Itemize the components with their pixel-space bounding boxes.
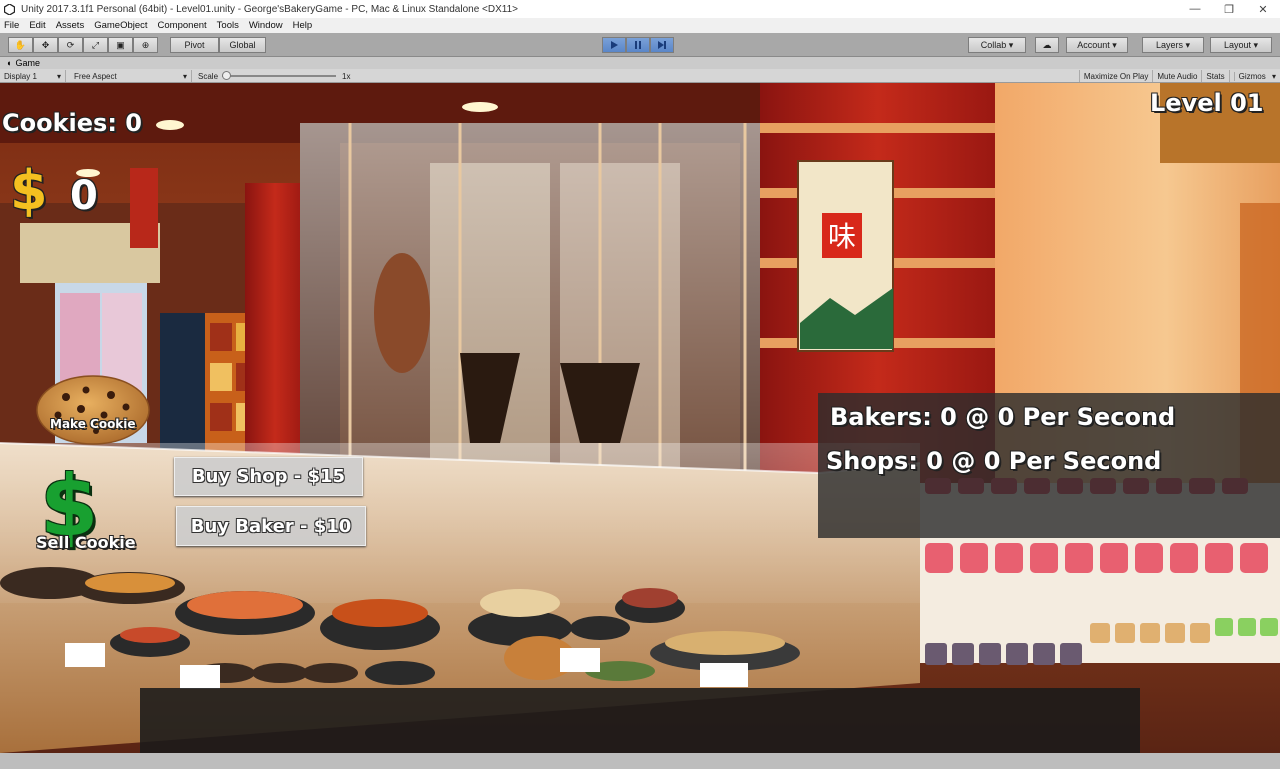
scale-value: 1x [342,71,351,81]
aspect-label: Free Aspect [74,71,117,81]
money-counter: 0 [70,173,98,219]
move-tool-icon[interactable]: ✥ [33,37,58,53]
game-view-toolbar: Display 1 ▾ Free Aspect ▾ Scale 1x Maximiz… [0,69,1280,83]
rotate-tool-icon[interactable]: ⟳ [58,37,83,53]
global-toggle[interactable]: Global [219,37,266,53]
make-cookie-button[interactable]: Make Cookie [36,375,150,445]
step-icon [658,41,666,49]
buy-baker-button[interactable]: Buy Baker - $10 [176,506,366,546]
minimize-icon[interactable]: — [1178,0,1212,18]
dollar-sign-icon: $ [10,159,48,222]
mute-audio-toggle[interactable]: Mute Audio [1152,70,1201,82]
collab-label: Collab ▾ [980,39,1014,50]
collab-dropdown[interactable]: Collab ▾ [968,37,1026,53]
game-tab[interactable]: ◖ Game [0,57,1280,69]
window-title: Unity 2017.3.1f1 Personal (64bit) - Leve… [21,3,518,15]
buy-baker-label: Buy Baker - $10 [190,515,352,537]
display-label: Display 1 [4,71,37,81]
sell-cookie-label: Sell Cookie [36,533,136,552]
transform-tool-icon[interactable]: ⊕ [133,37,158,53]
maximize-on-play-toggle[interactable]: Maximize On Play [1078,70,1152,82]
bakers-stat: Bakers: 0 @ 0 Per Second [830,403,1176,431]
aspect-dropdown[interactable]: Free Aspect ▾ [70,70,192,82]
layers-dropdown[interactable]: Layers ▾ [1142,37,1204,53]
menu-help[interactable]: Help [293,20,313,31]
game-tab-label: Game [15,58,40,68]
menu-file[interactable]: File [4,20,19,31]
pause-button[interactable] [626,37,650,53]
layout-dropdown[interactable]: Layout ▾ [1210,37,1272,53]
layout-label: Layout [1223,40,1251,50]
stats-toggle[interactable]: Stats [1201,70,1228,82]
pivot-label: Pivot [184,40,205,50]
scale-slider-knob[interactable] [222,71,231,80]
main-toolbar: ✋ ✥ ⟳ ⤢ ▣ ⊕ Pivot Global Collab ▾ ☁ Acco… [0,33,1280,57]
play-button[interactable] [602,37,626,53]
layers-label: Layers [1155,40,1183,50]
gizmos-label: Gizmos [1233,71,1270,81]
level-label: Level 01 [1150,89,1264,117]
status-bar [0,753,1280,769]
gizmos-dropdown[interactable]: Gizmos ▾ [1228,70,1280,82]
close-icon[interactable]: ✕ [1246,0,1280,18]
shops-stat: Shops: 0 @ 0 Per Second [826,447,1162,475]
restore-icon[interactable]: ❐ [1212,0,1246,18]
menu-tools[interactable]: Tools [217,20,239,31]
buy-shop-button[interactable]: Buy Shop - $15 [174,457,363,496]
rect-tool-icon[interactable]: ▣ [108,37,133,53]
menu-assets[interactable]: Assets [56,20,85,31]
scale-label: Scale [198,71,219,81]
menu-window[interactable]: Window [249,20,283,31]
play-icon [611,41,618,49]
cookies-counter: Cookies: 0 [2,109,142,137]
global-label: Global [229,40,256,50]
scale-tool-icon[interactable]: ⤢ [83,37,108,53]
game-tab-icon: ◖ [6,58,12,68]
step-button[interactable] [650,37,674,53]
game-canvas[interactable]: 味 Cookies: 0 $ 0 Level 01 Make Cookie $ … [0,83,1280,753]
scale-slider[interactable] [222,71,336,80]
sign-glyph: 味 [828,220,856,253]
pause-icon [635,41,641,49]
cookie-icon [36,375,150,445]
make-cookie-label: Make Cookie [50,417,136,431]
menu-gameobject[interactable]: GameObject [94,20,147,31]
display-dropdown[interactable]: Display 1 ▾ [0,70,66,82]
sell-cookie-button[interactable]: $ Sell Cookie [36,457,146,555]
account-dropdown[interactable]: Account ▾ [1066,37,1128,53]
hand-tool-icon[interactable]: ✋ [8,37,33,53]
buy-shop-label: Buy Shop - $15 [191,466,346,487]
menu-component[interactable]: Component [158,20,207,31]
cloud-icon[interactable]: ☁ [1035,37,1059,53]
unity-logo-icon [3,3,15,15]
pivot-toggle[interactable]: Pivot [170,37,219,53]
menu-bar: File Edit Assets GameObject Component To… [0,18,1280,33]
menu-edit[interactable]: Edit [29,20,45,31]
window-titlebar: Unity 2017.3.1f1 Personal (64bit) - Leve… [0,0,1280,18]
account-label: Account [1077,40,1110,50]
